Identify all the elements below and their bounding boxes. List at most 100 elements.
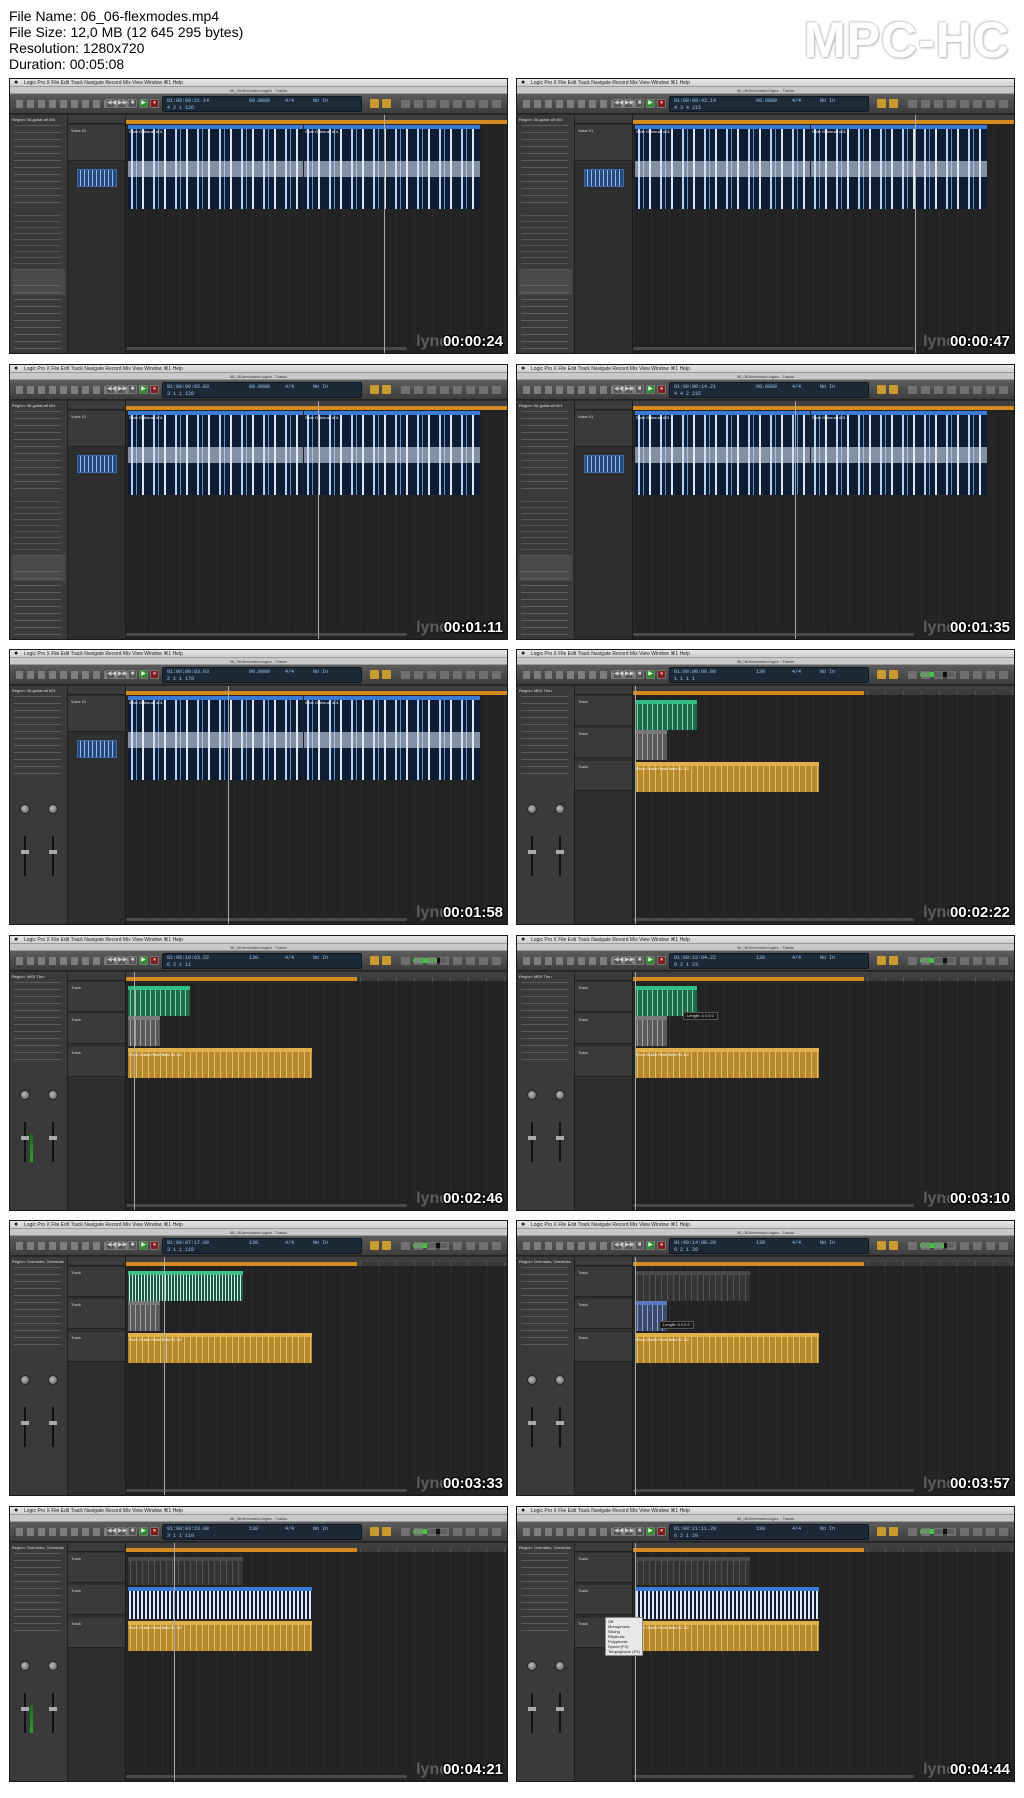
view-buttons[interactable] xyxy=(908,1242,1008,1250)
view-buttons[interactable] xyxy=(401,671,501,679)
flex-mode-option[interactable]: Tempophone (FX) xyxy=(608,1649,640,1654)
channel-fader[interactable] xyxy=(21,1407,29,1447)
view-buttons[interactable] xyxy=(908,957,1008,965)
stop-icon[interactable]: ■ xyxy=(128,385,137,394)
inspector-parameters[interactable] xyxy=(521,1267,568,1347)
rewind-icon[interactable]: ◀◀ xyxy=(613,1527,623,1536)
video-thumbnail[interactable]: ● Logic Pro X File Edit Track Navigate Re… xyxy=(516,935,1015,1211)
output-fader[interactable] xyxy=(49,1407,57,1447)
play-icon[interactable]: ▶ xyxy=(646,956,655,965)
menu-items[interactable]: Logic Pro X File Edit Track Navigate Rec… xyxy=(24,650,183,658)
cycle-mode-icon[interactable] xyxy=(877,1527,886,1536)
menu-items[interactable]: Logic Pro X File Edit Track Navigate Rec… xyxy=(24,1507,183,1515)
horizontal-scrollbar[interactable] xyxy=(633,347,914,350)
play-icon[interactable]: ▶ xyxy=(139,670,148,679)
forward-icon[interactable]: ▶▶ xyxy=(624,956,634,965)
apple-icon[interactable]: ● xyxy=(14,1221,18,1229)
inspector-parameters-2[interactable] xyxy=(521,215,568,275)
audio-region[interactable]: Floor Guitar Rock Beat 02.1/2 xyxy=(128,1333,312,1363)
inspector-parameters-2[interactable] xyxy=(14,215,61,275)
cycle-mode-icon[interactable] xyxy=(370,99,379,108)
audio-region[interactable] xyxy=(128,1271,243,1301)
lcd-display[interactable]: 01:00:21:11.20 6 2 1 20 130 4/4 No In xyxy=(669,1524,869,1540)
audio-region[interactable] xyxy=(128,1301,160,1331)
track-header[interactable]: Track xyxy=(68,1014,125,1044)
track-header[interactable]: Track xyxy=(68,1585,125,1615)
channel-knob[interactable] xyxy=(527,1661,537,1671)
track-header[interactable]: Track xyxy=(68,1299,125,1329)
horizontal-scrollbar[interactable] xyxy=(126,1489,407,1492)
apple-icon[interactable]: ● xyxy=(521,1221,525,1229)
output-knob[interactable] xyxy=(48,1090,58,1100)
channel-fader[interactable] xyxy=(21,1122,29,1162)
menu-items[interactable]: Logic Pro X File Edit Track Navigate Rec… xyxy=(24,79,183,87)
forward-icon[interactable]: ▶▶ xyxy=(117,99,127,108)
audio-region[interactable]: Floor Guitar Rock Beat 02.1/2 xyxy=(635,1621,819,1651)
track-header[interactable]: Track xyxy=(575,982,632,1012)
lcd-display[interactable]: 01:00:14:00.20 6 2 1 20 130 4/4 No In xyxy=(669,1238,869,1254)
output-fader[interactable] xyxy=(556,1407,564,1447)
rewind-icon[interactable]: ◀◀ xyxy=(106,99,116,108)
inspector-parameters[interactable] xyxy=(521,1553,568,1633)
record-icon[interactable]: ● xyxy=(657,1241,666,1250)
metronome-icon[interactable] xyxy=(382,1527,391,1536)
play-icon[interactable]: ▶ xyxy=(139,385,148,394)
playhead[interactable] xyxy=(915,115,916,353)
apple-icon[interactable]: ● xyxy=(521,650,525,658)
play-icon[interactable]: ▶ xyxy=(139,956,148,965)
track-header-toolbar[interactable] xyxy=(68,686,125,695)
output-knob[interactable] xyxy=(555,1090,565,1100)
video-thumbnail[interactable]: ● Logic Pro X File Edit Track Navigate Re… xyxy=(516,364,1015,640)
audio-region[interactable] xyxy=(128,1557,243,1585)
video-thumbnail[interactable]: ● Logic Pro X File Edit Track Navigate Re… xyxy=(9,1220,508,1496)
forward-icon[interactable]: ▶▶ xyxy=(117,385,127,394)
forward-icon[interactable]: ▶▶ xyxy=(624,385,634,394)
metronome-icon[interactable] xyxy=(889,385,898,394)
playhead[interactable] xyxy=(164,1257,165,1495)
horizontal-scrollbar[interactable] xyxy=(633,918,914,921)
channel-fader[interactable] xyxy=(528,836,536,876)
audio-region[interactable]: Slide Guitar.aif #01 xyxy=(635,125,810,209)
audio-region[interactable] xyxy=(635,1587,819,1619)
inspector-parameters[interactable] xyxy=(521,125,568,205)
inspector-parameters-3[interactable] xyxy=(14,571,61,639)
horizontal-scrollbar[interactable] xyxy=(126,1204,407,1207)
track-header-toolbar[interactable] xyxy=(575,1257,632,1266)
stop-icon[interactable]: ■ xyxy=(635,385,644,394)
inspector-parameters[interactable] xyxy=(521,696,568,776)
playhead[interactable] xyxy=(384,115,385,353)
inspector-parameters[interactable] xyxy=(14,411,61,491)
horizontal-scrollbar[interactable] xyxy=(126,1775,407,1778)
flex-mode-menu[interactable]: Off Monophonic Slicing Rhythmic Polyphonic Sp… xyxy=(605,1617,644,1656)
audio-region[interactable] xyxy=(635,1557,750,1585)
lcd-display[interactable]: 01:00:03:23.00 3 1 1 110 130 4/4 No In xyxy=(162,1524,362,1540)
horizontal-scrollbar[interactable] xyxy=(126,918,407,921)
inspector-parameters[interactable] xyxy=(14,982,61,1062)
record-icon[interactable]: ● xyxy=(150,1527,159,1536)
horizontal-scrollbar[interactable] xyxy=(633,1775,914,1778)
menu-items[interactable]: Logic Pro X File Edit Track Navigate Rec… xyxy=(531,79,690,87)
view-buttons[interactable] xyxy=(401,100,501,108)
track-header[interactable]: Track xyxy=(68,982,125,1012)
track-header[interactable]: Track xyxy=(575,1299,632,1329)
audio-region[interactable] xyxy=(128,986,190,1016)
metronome-icon[interactable] xyxy=(889,99,898,108)
metronome-icon[interactable] xyxy=(889,1527,898,1536)
metronome-icon[interactable] xyxy=(382,956,391,965)
menu-items[interactable]: Logic Pro X File Edit Track Navigate Rec… xyxy=(531,365,690,373)
inspector-parameters[interactable] xyxy=(14,1553,61,1633)
menu-items[interactable]: Logic Pro X File Edit Track Navigate Rec… xyxy=(531,936,690,944)
apple-icon[interactable]: ● xyxy=(521,79,525,87)
output-knob[interactable] xyxy=(48,804,58,814)
cycle-mode-icon[interactable] xyxy=(877,956,886,965)
track-header-toolbar[interactable] xyxy=(68,115,125,124)
menu-items[interactable]: Logic Pro X File Edit Track Navigate Rec… xyxy=(24,936,183,944)
rewind-icon[interactable]: ◀◀ xyxy=(613,670,623,679)
track-header[interactable]: Track xyxy=(575,1585,632,1615)
record-icon[interactable]: ● xyxy=(150,385,159,394)
metronome-icon[interactable] xyxy=(889,670,898,679)
track-header[interactable]: Track xyxy=(575,728,632,758)
forward-icon[interactable]: ▶▶ xyxy=(624,99,634,108)
output-knob[interactable] xyxy=(555,1661,565,1671)
audio-region[interactable] xyxy=(635,1016,667,1046)
